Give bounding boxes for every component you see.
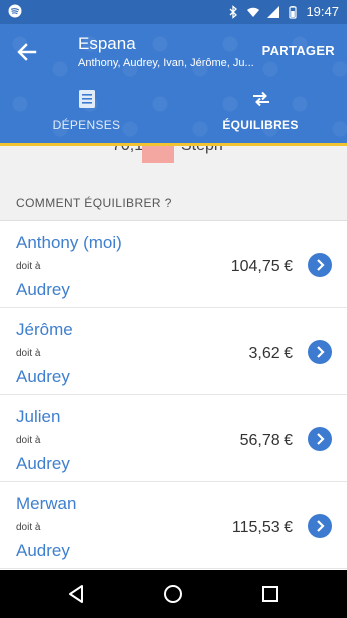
owes-label: doit à [16,522,41,533]
balance-list: Anthony (moi) doit à Audrey 104,75 € Jér… [0,221,347,569]
app-bar: Espana Anthony, Audrey, Ivan, Jérôme, Ju… [0,24,347,146]
status-time: 19:47 [306,4,339,19]
triangle-back-icon [69,585,83,603]
list-item[interactable]: Merwan doit à Audrey 115,53 € [0,482,347,569]
peek-name: Steph [181,146,223,155]
debtor-name: Julien [16,407,61,426]
signal-icon [267,5,280,18]
circle-home-icon [164,585,182,603]
debtor-name: Jérôme [16,320,73,339]
creditor-name: Audrey [16,541,70,560]
debtor-name: Anthony (moi) [16,233,122,252]
chevron-right-icon [317,520,325,532]
wifi-icon [247,7,260,17]
page-subtitle: Anthony, Audrey, Ivan, Jérôme, Ju... [78,57,254,69]
chevron-right-button[interactable] [308,340,332,364]
swap-icon [252,91,269,107]
chevron-right-icon [317,259,325,271]
debtor-name: Merwan [16,494,77,513]
chevron-right-button[interactable] [308,427,332,451]
peek-bar [142,146,174,163]
chevron-right-icon [317,346,325,358]
square-recents-icon [262,586,278,602]
chevron-right-button[interactable] [308,253,332,277]
section-header: COMMENT ÉQUILIBRER ? [0,172,347,221]
amount: 3,62 € [248,345,293,362]
spotify-icon [8,4,22,21]
list-item[interactable]: Jérôme doit à Audrey 3,62 € [0,308,347,395]
tab-equilibres[interactable]: ÉQUILIBRES [174,84,347,146]
creditor-name: Audrey [16,280,70,299]
tab-equilibres-label: ÉQUILIBRES [222,118,299,132]
status-bar: 19:47 [0,0,347,24]
back-button[interactable] [14,39,40,65]
list-item[interactable]: Anthony (moi) doit à Audrey 104,75 € [0,221,347,308]
status-icons: 19:47 [226,4,339,19]
page-title: Espana [78,34,136,53]
amount: 115,53 € [231,519,293,536]
nav-recents-button[interactable] [258,582,282,606]
tab-depenses-label: DÉPENSES [52,118,121,132]
creditor-name: Audrey [16,367,70,386]
owes-label: doit à [16,435,41,446]
owes-label: doit à [16,261,41,272]
balance-peek: 70,10 € Steph [0,146,347,172]
tab-depenses[interactable]: DÉPENSES [0,84,173,146]
chevron-right-icon [317,433,325,445]
system-nav-bar [0,570,347,618]
creditor-name: Audrey [16,454,70,473]
chevron-right-button[interactable] [308,514,332,538]
list-item[interactable]: Julien doit à Audrey 56,78 € [0,395,347,482]
section-title: COMMENT ÉQUILIBRER ? [16,196,172,210]
amount: 104,75 € [230,258,293,275]
battery-icon [289,5,298,19]
arrow-left-icon [17,43,37,61]
nav-back-button[interactable] [65,582,89,606]
owes-label: doit à [16,348,41,359]
bluetooth-icon [229,4,238,19]
receipt-icon [78,90,95,108]
amount: 56,78 € [239,432,293,449]
nav-home-button[interactable] [161,582,185,606]
share-button[interactable]: PARTAGER [262,43,335,58]
